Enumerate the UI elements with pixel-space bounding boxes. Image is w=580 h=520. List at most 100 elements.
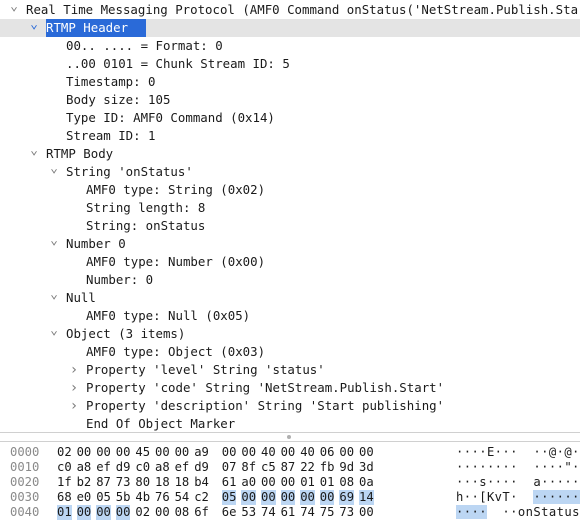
tree-row[interactable]: Timestamp: 0 xyxy=(0,73,580,91)
tree-row[interactable]: AMF0 type: String (0x02) xyxy=(0,181,580,199)
hex-byte[interactable]: 00 xyxy=(96,445,111,460)
hex-byte[interactable]: ef xyxy=(96,460,111,475)
hex-ascii[interactable]: ········ ····"··= xyxy=(456,460,580,475)
hex-byte[interactable]: 08 xyxy=(339,475,354,490)
hex-byte[interactable]: 00 xyxy=(241,490,257,505)
chevron-down-icon[interactable]: ⌄ xyxy=(48,288,60,307)
tree-row[interactable]: AMF0 type: Object (0x03) xyxy=(0,343,580,361)
hex-byte[interactable]: 00 xyxy=(222,445,237,460)
hex-byte[interactable]: a8 xyxy=(155,460,170,475)
hex-byte[interactable]: 00 xyxy=(261,490,276,505)
hex-row[interactable]: 0020 1f b2 87 73 80 18 18 b4 61 a0 00 00 01 01 08 0a ···s… xyxy=(0,475,580,490)
hex-row[interactable]: 0030 68 e0 05 5b 4b 76 54 c2 05 00 00 00 00 00 69 14 h··[… xyxy=(0,490,580,505)
chevron-right-icon[interactable]: › xyxy=(68,361,80,379)
tree-row[interactable]: ⌄ RTMP Body xyxy=(0,144,580,163)
hex-byte[interactable]: 61 xyxy=(222,475,237,490)
hex-byte[interactable]: 08 xyxy=(175,505,190,520)
hex-byte[interactable]: 76 xyxy=(155,490,170,505)
hex-byte[interactable]: e0 xyxy=(77,490,92,505)
tree-row[interactable]: 00.. .... = Format: 0 xyxy=(0,37,580,55)
hex-byte[interactable]: 4b xyxy=(135,490,150,505)
tree-row[interactable]: ⌄ Real Time Messaging Protocol (AMF0 Comm… xyxy=(0,0,580,19)
hex-byte[interactable]: 05 xyxy=(221,490,237,505)
hex-byte[interactable]: 00 xyxy=(155,505,170,520)
tree-row[interactable]: End Of Object Marker xyxy=(0,415,580,432)
chevron-down-icon[interactable]: ⌄ xyxy=(28,18,40,37)
hex-byte[interactable]: 74 xyxy=(300,505,315,520)
hex-byte[interactable]: 00 xyxy=(116,445,131,460)
hex-byte[interactable]: 00 xyxy=(155,445,170,460)
hex-byte[interactable]: 00 xyxy=(281,475,296,490)
hex-byte[interactable]: 80 xyxy=(135,475,150,490)
hex-byte[interactable]: 00 xyxy=(359,445,374,460)
hex-byte[interactable]: 61 xyxy=(281,505,296,520)
hex-byte[interactable]: 5b xyxy=(116,490,131,505)
hex-byte[interactable]: 05 xyxy=(96,490,111,505)
hex-byte[interactable]: 00 xyxy=(77,445,92,460)
hex-byte[interactable]: 00 xyxy=(76,505,92,520)
hex-byte[interactable]: 0a xyxy=(359,475,374,490)
hex-ascii[interactable]: ····E··· ··@·@··· xyxy=(456,445,580,460)
chevron-down-icon[interactable]: ⌄ xyxy=(48,234,60,253)
hex-byte[interactable]: 40 xyxy=(300,445,315,460)
chevron-right-icon[interactable]: › xyxy=(68,379,80,397)
hex-byte[interactable]: 01 xyxy=(57,505,72,520)
hex-byte[interactable]: a9 xyxy=(194,445,209,460)
hex-byte[interactable]: 9d xyxy=(339,460,354,475)
hex-ascii[interactable]: ···· ··onStatus· xyxy=(456,505,580,520)
tree-row[interactable]: AMF0 type: Null (0x05) xyxy=(0,307,580,325)
hex-byte[interactable]: 00 xyxy=(300,490,315,505)
hex-byte[interactable]: 40 xyxy=(261,445,276,460)
hex-byte[interactable]: 02 xyxy=(135,505,150,520)
hex-byte[interactable]: 18 xyxy=(155,475,170,490)
hex-byte[interactable]: 00 xyxy=(96,505,111,520)
hex-byte[interactable]: 74 xyxy=(261,505,276,520)
hex-byte[interactable]: 87 xyxy=(281,460,296,475)
hex-byte[interactable]: 01 xyxy=(300,475,315,490)
tree-row[interactable]: Number: 0 xyxy=(0,271,580,289)
hex-byte[interactable]: 68 xyxy=(57,490,72,505)
hex-byte[interactable]: 6e xyxy=(222,505,237,520)
hex-byte[interactable]: 00 xyxy=(241,445,256,460)
hex-byte[interactable]: 18 xyxy=(175,475,190,490)
hex-byte[interactable]: 00 xyxy=(175,445,190,460)
tree-row[interactable]: ⌄ String 'onStatus' xyxy=(0,162,580,181)
hex-byte[interactable]: 22 xyxy=(300,460,315,475)
hex-byte[interactable]: 54 xyxy=(175,490,190,505)
tree-row[interactable]: Stream ID: 1 xyxy=(0,127,580,145)
hex-byte[interactable]: d9 xyxy=(194,460,209,475)
chevron-right-icon[interactable]: › xyxy=(68,397,80,415)
hex-byte[interactable]: 00 xyxy=(281,445,296,460)
tree-row[interactable]: Type ID: AMF0 Command (0x14) xyxy=(0,109,580,127)
hex-byte[interactable]: 00 xyxy=(359,505,374,520)
hex-byte[interactable]: 00 xyxy=(319,490,335,505)
hex-byte[interactable]: 75 xyxy=(320,505,335,520)
hex-byte[interactable]: c2 xyxy=(194,490,209,505)
tree-row[interactable]: Body size: 105 xyxy=(0,91,580,109)
hex-ascii[interactable]: h··[KvT· ······i· xyxy=(456,490,580,505)
tree-row[interactable]: AMF0 type: Number (0x00) xyxy=(0,253,580,271)
hex-byte[interactable]: 00 xyxy=(115,505,131,520)
hex-byte[interactable]: 69 xyxy=(339,490,355,505)
hex-byte[interactable]: 00 xyxy=(261,475,276,490)
hex-byte[interactable]: fb xyxy=(320,460,335,475)
hex-byte[interactable]: c5 xyxy=(261,460,276,475)
chevron-down-icon[interactable]: ⌄ xyxy=(48,162,60,181)
hex-row[interactable]: 0040 01 00 00 00 02 00 08 6f 6e 53 74 61 74 75 73 00 ····… xyxy=(0,505,580,520)
hex-byte[interactable]: 01 xyxy=(320,475,335,490)
hex-row[interactable]: 0000 02 00 00 00 45 00 00 a9 00 00 40 00 40 06 00 00 ····… xyxy=(0,445,580,460)
hex-byte[interactable]: 1f xyxy=(57,475,72,490)
hex-byte[interactable]: a0 xyxy=(241,475,256,490)
hex-byte[interactable]: 73 xyxy=(339,505,354,520)
hex-byte[interactable]: a8 xyxy=(77,460,92,475)
hex-byte[interactable]: 8f xyxy=(241,460,256,475)
hex-ascii[interactable]: ···s···· a······· xyxy=(456,475,580,490)
tree-row[interactable]: ⌄ Null xyxy=(0,288,580,307)
hex-byte[interactable]: 07 xyxy=(222,460,237,475)
hex-byte[interactable]: b4 xyxy=(194,475,209,490)
chevron-down-icon[interactable]: ⌄ xyxy=(8,0,20,19)
tree-row[interactable]: ..00 0101 = Chunk Stream ID: 5 xyxy=(0,55,580,73)
hex-byte[interactable]: 87 xyxy=(96,475,111,490)
hex-byte[interactable]: 53 xyxy=(241,505,256,520)
chevron-down-icon[interactable]: ⌄ xyxy=(48,324,60,343)
